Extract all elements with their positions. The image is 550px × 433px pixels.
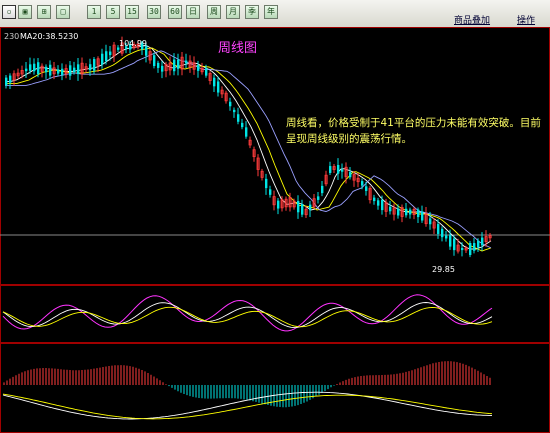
chart-toolbar: ▫ ▣ ⊞ □ 1 5 15 30 60 日 周 月 季 年 商品叠加 操作	[0, 0, 550, 28]
candle-body-down	[469, 243, 472, 255]
toolbar-button-4[interactable]: □	[56, 5, 70, 19]
toolbar-button-12[interactable]: 月	[226, 5, 240, 19]
high-price-label: 104.99	[119, 39, 147, 48]
candle-body-down	[153, 55, 156, 67]
operations-link[interactable]: 操作	[517, 13, 535, 26]
candle-body-down	[477, 240, 480, 248]
candle-body-down	[449, 234, 452, 247]
candle-body-down	[109, 51, 112, 56]
chart-title: 周线图	[218, 41, 257, 56]
ma20-readout: MA20:38.5230	[20, 32, 78, 41]
candle-body-down	[381, 199, 384, 211]
candle-body-down	[45, 66, 48, 73]
candle-body-down	[161, 65, 164, 72]
candle-body-down	[5, 77, 8, 86]
candle-body-down	[441, 228, 444, 238]
weekly-kline-chart: 230 MA20:38.5230 周线图 104.99 29.85 周线看，价格…	[0, 27, 550, 433]
candle-body-down	[373, 197, 376, 202]
candle-body-down	[337, 164, 340, 174]
candle-body-down	[89, 64, 92, 71]
candle-body-down	[417, 209, 420, 218]
toolbar-button-9[interactable]: 60	[168, 5, 182, 19]
overlay-commodity-link[interactable]: 商品叠加	[454, 13, 490, 26]
candle-body-down	[301, 204, 304, 215]
candle-body-down	[241, 122, 244, 128]
candle-body-down	[213, 77, 216, 87]
macd-histogram	[2, 361, 493, 420]
candle-body-down	[473, 243, 476, 251]
toolbar-button-7[interactable]: 15	[125, 5, 139, 19]
oscillator-j-line	[2, 306, 493, 328]
price-scale-label: 230	[4, 32, 19, 41]
candle-body-down	[197, 65, 200, 71]
candle-body-down	[73, 67, 76, 73]
candle-body-down	[377, 200, 380, 206]
candle-body-down	[269, 189, 272, 195]
candle-body-down	[317, 196, 320, 200]
candle-body-down	[309, 204, 312, 211]
candle-body-down	[61, 68, 64, 75]
toolbar-button-11[interactable]: 周	[207, 5, 221, 19]
candle-body-down	[33, 63, 36, 72]
candle-body-down	[9, 75, 12, 83]
candle-body-down	[185, 60, 188, 64]
candle-body-down	[93, 59, 96, 71]
candle-body-down	[37, 62, 40, 75]
candlesticks	[5, 36, 492, 258]
candle-body-down	[389, 206, 392, 212]
macd-panel-frame	[0, 343, 550, 433]
candle-body-down	[405, 208, 408, 216]
candle-body-down	[397, 208, 400, 216]
candle-body-down	[105, 51, 108, 62]
toolbar-button-13[interactable]: 季	[245, 5, 259, 19]
oscillator-lines	[2, 294, 493, 332]
candle-body-down	[329, 166, 332, 173]
oscillator-d-line	[2, 302, 493, 329]
annotation-line-1: 周线看，价格受制于41平台的压力未能有效突破。目前	[286, 116, 541, 129]
candle-body-down	[25, 68, 28, 72]
candle-body-down	[429, 218, 432, 225]
candle-body-down	[437, 224, 440, 234]
candle-body-down	[177, 59, 180, 69]
candle-body-down	[233, 109, 236, 113]
toolbar-button-5[interactable]: 1	[87, 5, 101, 19]
candle-body-down	[461, 247, 464, 251]
candle-body-down	[409, 209, 412, 215]
candle-body-down	[445, 235, 448, 239]
toolbar-button-10[interactable]: 日	[186, 5, 200, 19]
annotation-line-2: 呈现周线级别的震荡行情。	[286, 132, 412, 145]
candle-body-down	[217, 81, 220, 93]
candle-body-down	[265, 178, 268, 189]
candle-body-down	[277, 200, 280, 209]
candle-body-down	[237, 114, 240, 122]
candle-body-down	[365, 186, 368, 191]
oscillator-panel-frame	[0, 285, 550, 343]
candle-body-down	[341, 169, 344, 172]
candle-body-down	[349, 172, 352, 178]
candle-body-down	[321, 185, 324, 194]
toolbar-button-6[interactable]: 5	[106, 5, 120, 19]
candle-body-down	[361, 181, 364, 186]
candle-body-down	[77, 64, 80, 74]
candle-body-down	[245, 127, 248, 137]
low-price-label: 29.85	[432, 265, 455, 274]
candle-body-down	[49, 64, 52, 76]
candle-body-down	[229, 101, 232, 107]
candle-body-down	[481, 237, 484, 246]
toolbar-button-3[interactable]: ⊞	[37, 5, 51, 19]
candle-body-down	[157, 62, 160, 68]
candle-body-down	[101, 53, 104, 65]
candle-body-down	[29, 64, 32, 71]
candle-body-down	[173, 59, 176, 72]
candle-body-down	[69, 65, 72, 76]
candle-body-down	[205, 68, 208, 76]
candle-body-down	[453, 238, 456, 251]
candle-body-down	[57, 69, 60, 74]
candle-body-down	[297, 201, 300, 213]
candle-body-down	[421, 211, 424, 221]
toolbar-button-8[interactable]: 30	[147, 5, 161, 19]
toolbar-button-2[interactable]: ▣	[18, 5, 32, 19]
toolbar-button-14[interactable]: 年	[264, 5, 278, 19]
toolbar-button-1[interactable]: ▫	[2, 5, 16, 19]
